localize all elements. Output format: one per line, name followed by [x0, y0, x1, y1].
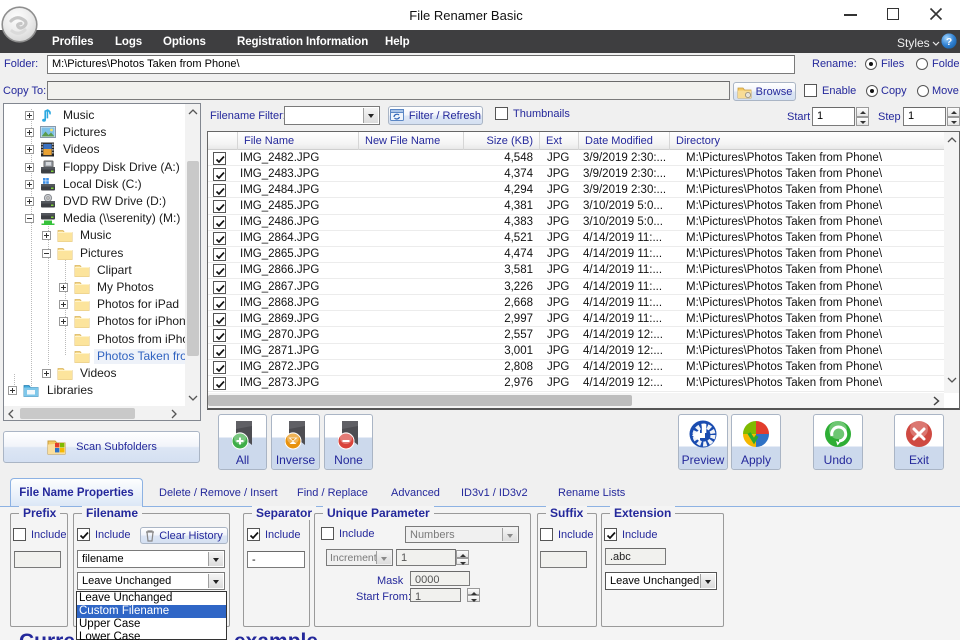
svg-text:?: ?: [946, 37, 952, 48]
